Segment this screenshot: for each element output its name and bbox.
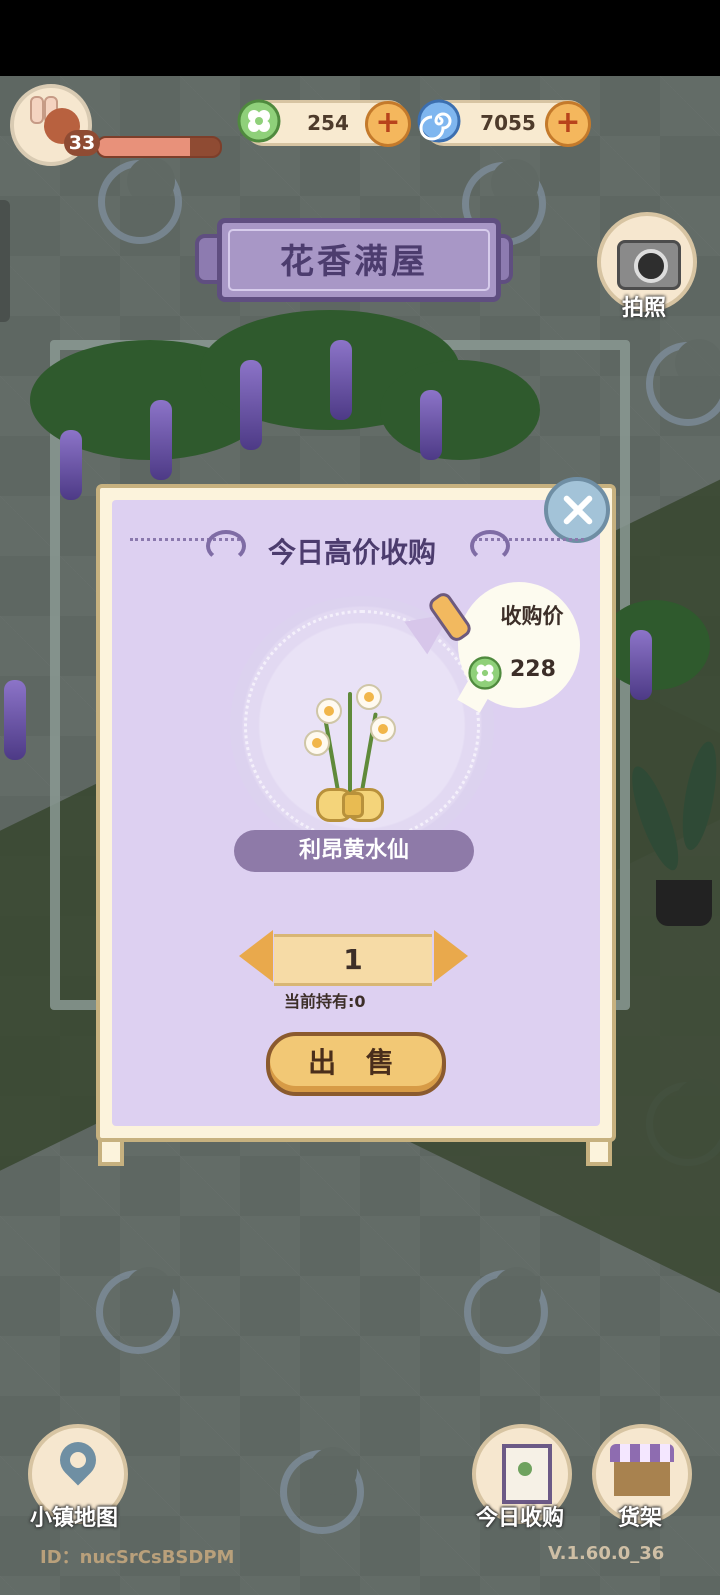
moon-icon: [96, 1267, 180, 1354]
vine-foliage: [600, 600, 710, 690]
daffodil-flower: [370, 716, 396, 742]
price-value: 228: [510, 657, 556, 682]
swirl-coin-icon: [417, 99, 461, 143]
clover-coin-icon: [237, 99, 281, 143]
wisteria-flower: [630, 630, 652, 700]
daffodil-flower: [316, 698, 342, 724]
daffodil-flower: [304, 730, 330, 756]
moon-icon: [464, 1267, 548, 1354]
wisteria-flower: [4, 680, 26, 760]
town-map-label: 小镇地图: [29, 1506, 118, 1531]
wisteria-flower: [60, 430, 82, 500]
item-name: 利昂黄水仙: [234, 830, 474, 872]
dialog-title: 今日高价收购: [267, 536, 436, 569]
clover-coin-icon: [468, 656, 502, 690]
price-label: 收购价: [500, 604, 564, 628]
wisteria-flower: [420, 390, 442, 460]
decrease-quantity-button[interactable]: [239, 930, 273, 982]
swirl-currency: 7055 +: [417, 99, 591, 147]
wisteria-flower: [240, 360, 262, 450]
add-swirl-button[interactable]: +: [545, 101, 591, 147]
player-level: 33: [64, 130, 100, 156]
map-pin-icon: [52, 1434, 104, 1486]
player-id: ID：nucSrCsBSDPM: [40, 1547, 235, 1568]
clover-currency-value: 254: [307, 111, 349, 135]
vine-foliage: [380, 360, 540, 460]
sign-board-icon: [502, 1444, 552, 1504]
daily-purchase-label: 今日收购: [475, 1506, 564, 1531]
daffodil-bouquet-icon: [290, 680, 410, 822]
holding-count: 当前持有:0: [284, 992, 366, 1011]
swirl-currency-value: 7055: [480, 111, 536, 135]
camera-lens: [634, 249, 668, 283]
moon-icon: [280, 1447, 364, 1534]
moon-icon: [98, 157, 182, 244]
xp-bar-fill: [98, 138, 190, 156]
version-text: V.1.60.0_36: [548, 1543, 665, 1564]
status-bar: [0, 0, 720, 76]
wisteria-flower: [330, 340, 352, 420]
area-title-banner: 花香满屋: [195, 212, 513, 302]
clover-currency: 254 +: [237, 99, 411, 147]
xp-bar: [96, 136, 222, 158]
add-clover-button[interactable]: +: [365, 101, 411, 147]
wisteria-flower: [150, 400, 172, 480]
increase-quantity-button[interactable]: [434, 930, 468, 982]
megaphone-icon: [404, 589, 475, 658]
ribbon-bow: [316, 786, 384, 822]
sell-button[interactable]: 出 售: [266, 1032, 446, 1096]
quantity-value: 1: [274, 934, 432, 986]
area-title: 花香满屋: [280, 242, 428, 282]
shelf-label: 货架: [617, 1506, 662, 1531]
plant-pot: [656, 880, 712, 926]
shop-stall-icon: [610, 1444, 674, 1500]
snail-antenna: [30, 96, 44, 124]
side-handle[interactable]: [0, 200, 10, 322]
camera-icon: [617, 240, 681, 290]
daffodil-flower: [356, 684, 382, 710]
camera-label: 拍照: [621, 296, 666, 321]
